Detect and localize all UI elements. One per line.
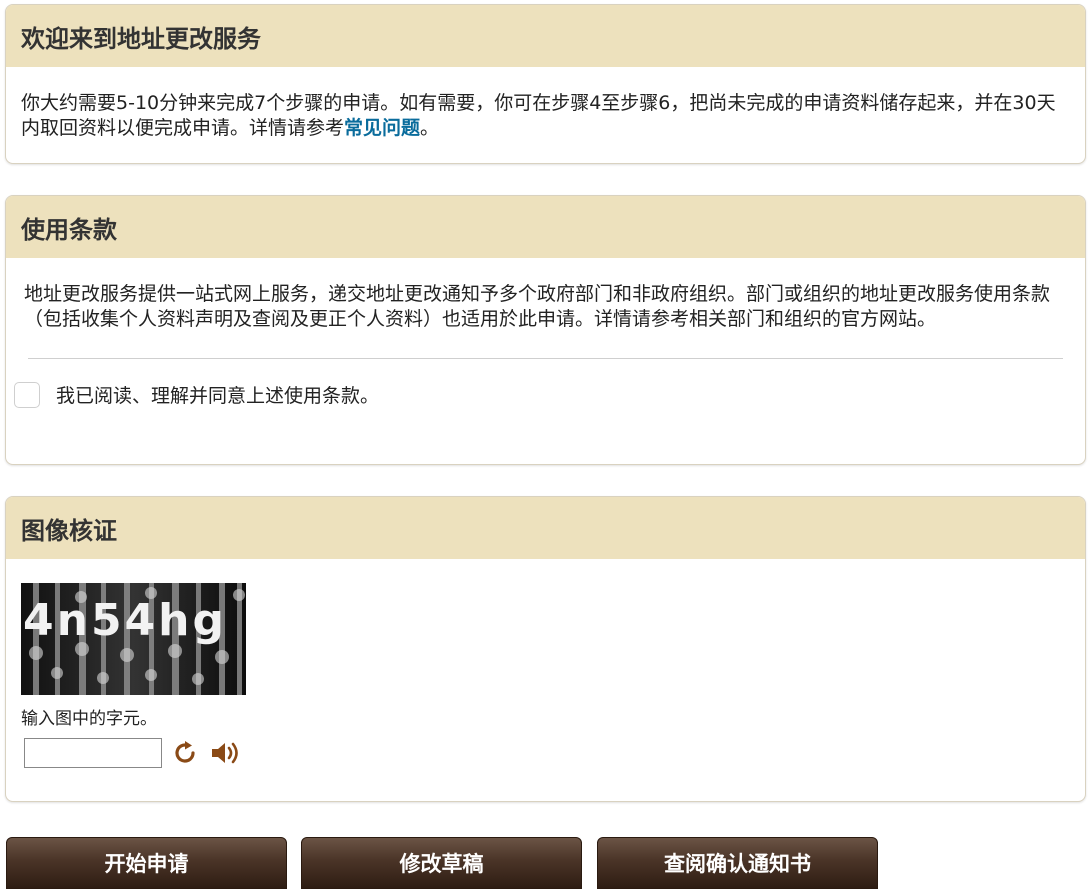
faq-link[interactable]: 常见问题 xyxy=(344,117,420,139)
edit-draft-button[interactable]: 修改草稿 xyxy=(301,837,582,889)
welcome-text: 你大约需要5-10分钟来完成7个步骤的申请。如有需要，你可在步骤4至步骤6，把尚… xyxy=(6,67,1085,141)
terms-text: 地址更改服务提供一站式网上服务，递交地址更改通知予多个政府部门和非政府组织。部门… xyxy=(24,283,1051,330)
welcome-panel: 欢迎来到地址更改服务 你大约需要5-10分钟来完成7个步骤的申请。如有需要，你可… xyxy=(5,4,1086,164)
welcome-text-end: 。 xyxy=(420,117,440,139)
welcome-text-main: 你大约需要5-10分钟来完成7个步骤的申请。如有需要，你可在步骤4至步骤6，把尚… xyxy=(21,92,1056,139)
agree-row: 我已阅读、理解并同意上述使用条款。 xyxy=(6,381,1085,408)
terms-panel: 使用条款 地址更改服务提供一站式网上服务，递交地址更改通知予多个政府部门和非政府… xyxy=(5,195,1086,465)
terms-title: 使用条款 xyxy=(6,196,1085,258)
verification-title: 图像核证 xyxy=(6,497,1085,559)
refresh-icon[interactable] xyxy=(168,736,202,770)
start-application-button[interactable]: 开始申请 xyxy=(6,837,287,889)
agree-label: 我已阅读、理解并同意上述使用条款。 xyxy=(56,385,380,407)
captcha-hint: 输入图中的字元。 xyxy=(21,709,157,729)
verification-panel: 图像核证 4n54hg 输入图中的字元。 xyxy=(5,496,1086,802)
verification-body: 4n54hg 输入图中的字元。 xyxy=(6,559,1085,770)
welcome-title: 欢迎来到地址更改服务 xyxy=(6,5,1085,67)
agree-checkbox[interactable] xyxy=(14,381,40,408)
captcha-input-row xyxy=(21,736,1070,770)
view-confirmation-button[interactable]: 查阅确认通知书 xyxy=(597,837,878,889)
captcha-image: 4n54hg xyxy=(21,583,246,695)
captcha-input[interactable] xyxy=(24,738,162,768)
captcha-text: 4n54hg xyxy=(23,595,227,646)
terms-divider xyxy=(28,358,1063,359)
speaker-icon[interactable] xyxy=(208,736,242,770)
